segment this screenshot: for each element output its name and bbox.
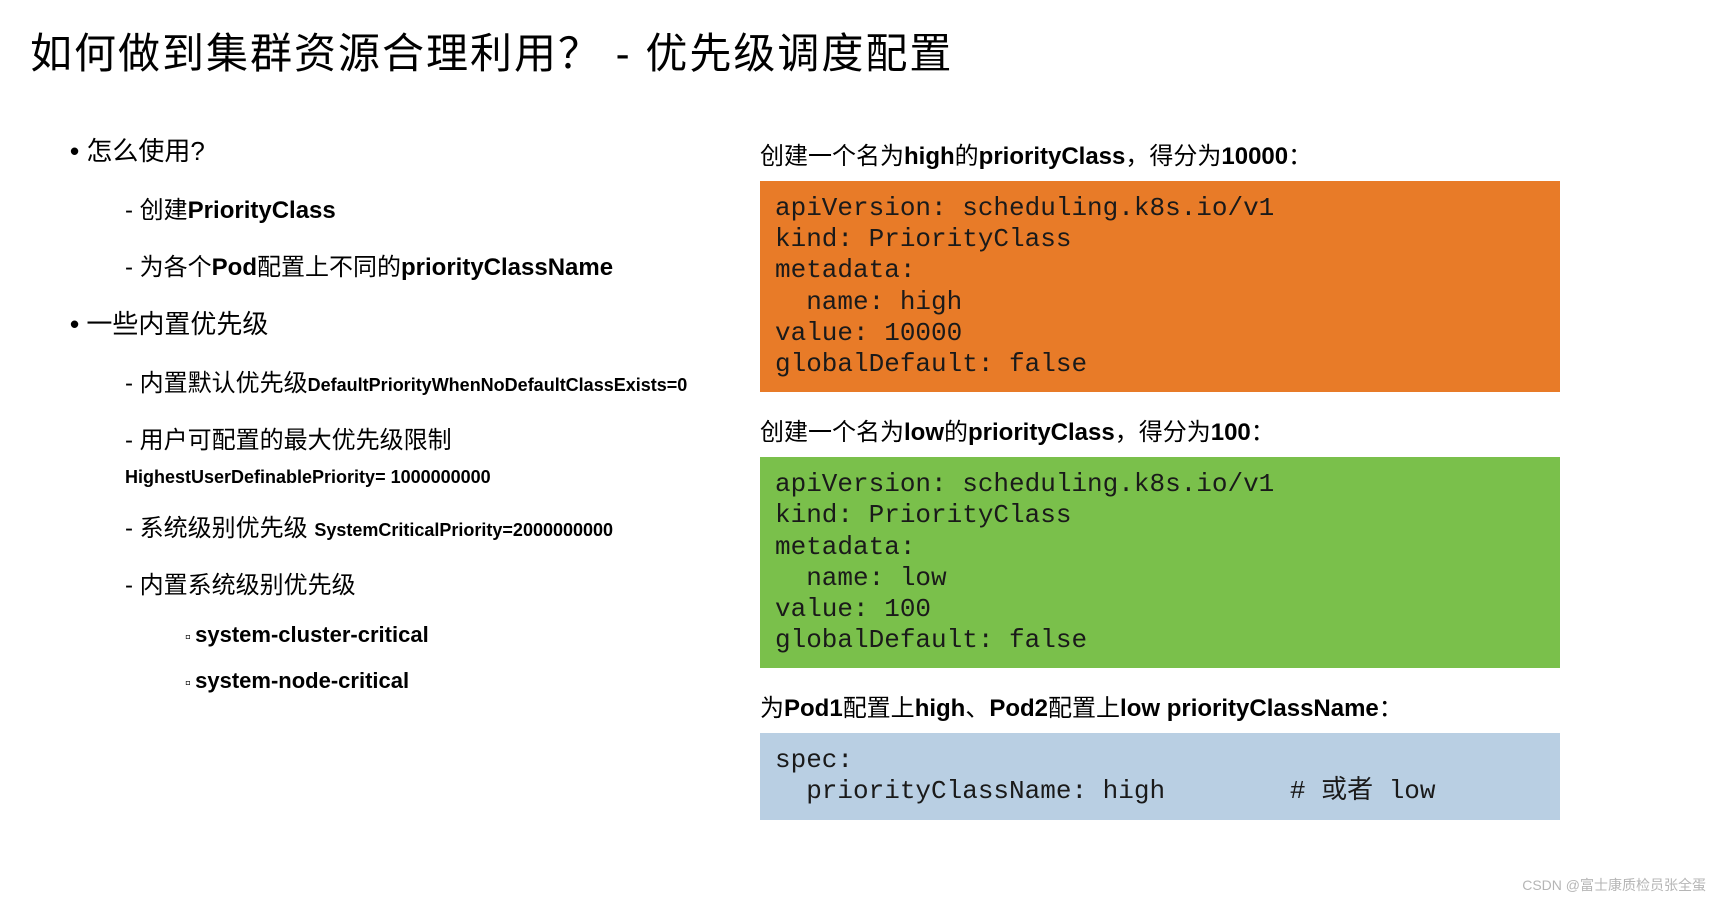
bullet-pod-config: 为各个Pod配置上不同的priorityClassName [125,247,700,282]
t: ： [1251,419,1275,446]
t: 、 [965,695,989,722]
b: 10000 [1221,143,1288,170]
code-highest-user-definable: HighestUserDefinablePriority= 1000000000 [125,467,700,488]
bullet-how-to-use: 怎么使用? [70,131,700,168]
text: 配置上不同的 [257,254,401,281]
b: Pod1 [784,695,843,722]
bold-priorityclass: PriorityClass [188,197,336,224]
caption-low-priorityclass: 创建一个名为low的priorityClass，得分为100： [760,412,1560,447]
b: high [904,143,955,170]
bold-priorityclassname: priorityClassName [401,254,613,281]
right-column: 创建一个名为high的priorityClass，得分为10000： apiVe… [760,131,1560,840]
t: 配置上 [1048,695,1120,722]
t: ，得分为 [1115,419,1211,446]
left-column: 怎么使用? 创建PriorityClass 为各个Pod配置上不同的priori… [20,131,700,840]
bullet-builtin-system-priority: 内置系统级别优先级 [125,565,700,600]
t: 为 [760,695,784,722]
bullet-default-priority: 内置默认优先级DefaultPriorityWhenNoDefaultClass… [125,363,700,398]
t: ： [1288,143,1312,170]
code-block-spec: spec: priorityClassName: high # 或者 low [760,733,1560,819]
b: low [904,419,944,446]
code-block-high: apiVersion: scheduling.k8s.io/v1 kind: P… [760,181,1560,392]
text: 创建 [140,197,188,224]
code-default-priority: DefaultPriorityWhenNoDefaultClassExists=… [308,375,688,395]
t: 创建一个名为 [760,143,904,170]
caption-pod-config: 为Pod1配置上high、Pod2配置上low priorityClassNam… [760,688,1560,723]
b: low priorityClassName [1120,695,1379,722]
bold-pod: Pod [212,254,257,281]
b: high [915,695,966,722]
t: ，得分为 [1125,143,1221,170]
b: 100 [1211,419,1251,446]
t: 配置上 [843,695,915,722]
t: 创建一个名为 [760,419,904,446]
page-title: 如何做到集群资源合理利用？ - 优先级调度配置 [30,20,1696,81]
caption-high-priorityclass: 创建一个名为high的priorityClass，得分为10000： [760,136,1560,171]
t: ： [1379,695,1403,722]
t: 的 [944,419,968,446]
bullet-user-max-priority: 用户可配置的最大优先级限制 [125,420,700,455]
bullet-system-cluster-critical: system-cluster-critical [185,622,700,648]
code-system-critical: SystemCriticalPriority=2000000000 [314,520,613,540]
text: 系统级别优先级 [140,515,308,542]
bullet-system-level-priority: 系统级别优先级 SystemCriticalPriority=200000000… [125,508,700,543]
watermark: CSDN @富士康质检员张全蛋 [1522,875,1706,895]
bullet-create-priorityclass: 创建PriorityClass [125,190,700,225]
bullet-builtin-priorities: 一些内置优先级 [70,304,700,341]
code-block-low: apiVersion: scheduling.k8s.io/v1 kind: P… [760,457,1560,668]
b: priorityClass [979,143,1126,170]
main-container: 怎么使用? 创建PriorityClass 为各个Pod配置上不同的priori… [20,131,1696,840]
text: 为各个 [140,254,212,281]
b: priorityClass [968,419,1115,446]
t: 的 [955,143,979,170]
text: 内置默认优先级 [140,370,308,397]
bullet-system-node-critical: system-node-critical [185,668,700,694]
b: Pod2 [989,695,1048,722]
